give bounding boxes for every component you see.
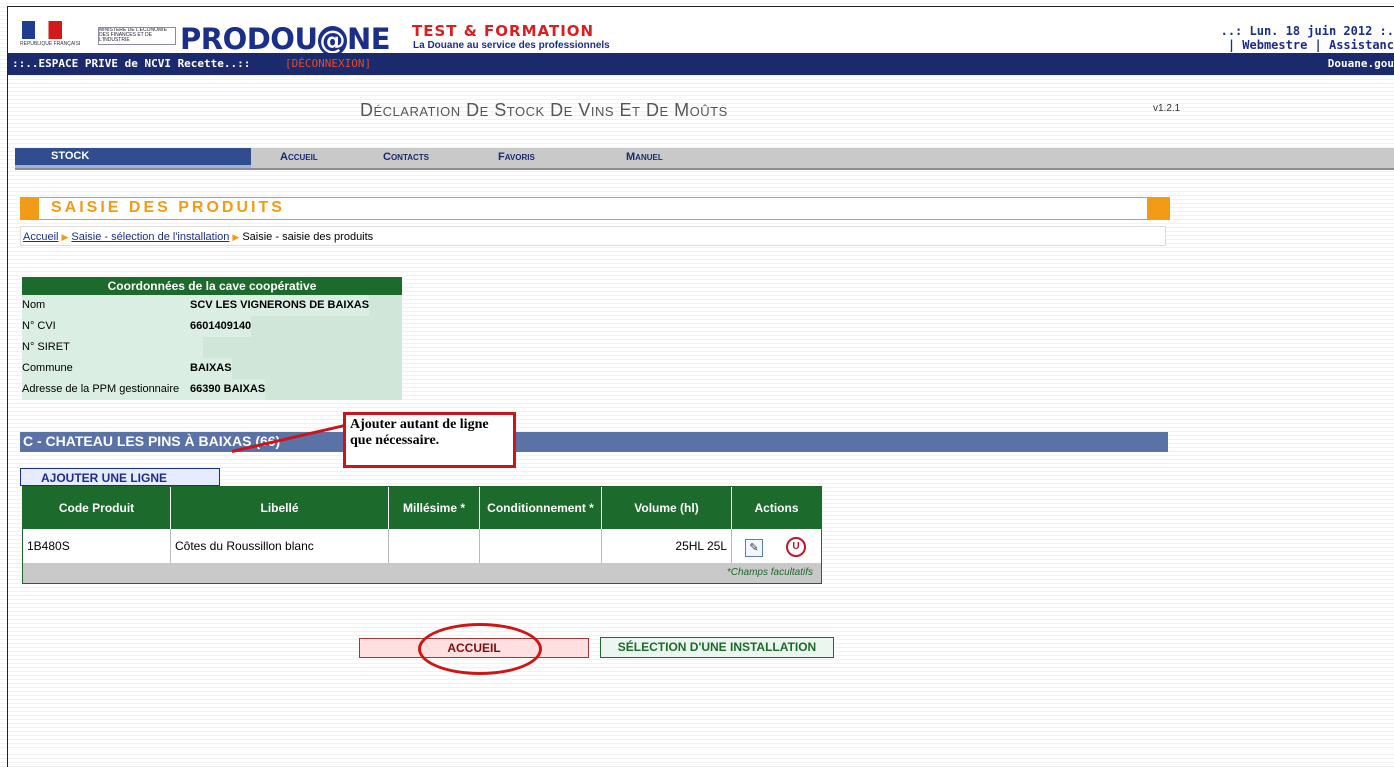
- cell-volume: 25HL 25L: [602, 529, 732, 563]
- products-table: Code Produit Libellé Millésime * Conditi…: [22, 486, 822, 584]
- breadcrumb-accueil[interactable]: Accueil: [23, 231, 58, 243]
- coop-label: N° CVI: [22, 320, 56, 332]
- menu-accueil[interactable]: Accueil: [280, 151, 318, 163]
- table-footnote: *Champs facultatifs: [23, 563, 821, 583]
- saisie-right-accent: [1147, 198, 1169, 219]
- highlight-ellipse: [418, 623, 542, 675]
- cell-conditionnement: [480, 529, 602, 563]
- breadcrumb-selection[interactable]: Saisie - sélection de l'installation: [71, 231, 229, 243]
- main-menu: STOCK Accueil Contacts Favoris Manuel: [15, 148, 1394, 170]
- coop-label: Commune: [22, 362, 73, 374]
- edit-icon[interactable]: ✎: [745, 539, 763, 557]
- menu-manuel[interactable]: Manuel: [626, 151, 663, 163]
- deconnexion-link[interactable]: [DÉCONNEXION]: [285, 57, 371, 70]
- coop-row: Adresse de la PPM gestionnaire 66390 BAIX…: [22, 379, 402, 400]
- coop-value: 66390 BAIXAS: [190, 379, 266, 400]
- coop-label: Nom: [22, 299, 46, 311]
- coop-table-header: Coordonnées de la cave coopérative: [22, 277, 402, 295]
- coop-value: 6601409140: [190, 316, 252, 337]
- saisie-header: SAISIE DES PRODUITS: [20, 197, 1170, 220]
- coop-table: Coordonnées de la cave coopérative Nom SC…: [22, 277, 402, 400]
- products-table-header: Code Produit Libellé Millésime * Conditi…: [23, 487, 821, 529]
- espace-title: ::..ESPACE PRIVE de NCVI Recette..::: [12, 57, 251, 70]
- coop-value: BAIXAS: [190, 358, 232, 379]
- cell-millesime: [389, 529, 480, 563]
- saisie-title: SAISIE DES PRODUITS: [51, 199, 285, 216]
- cell-libelle: Côtes du Roussillon blanc: [171, 529, 389, 563]
- col-conditionnement: Conditionnement *: [480, 487, 602, 529]
- espace-bar: ::..ESPACE PRIVE de NCVI Recette..:: [DÉ…: [8, 53, 1394, 75]
- header-links[interactable]: | Webmestre | Assistanc: [1228, 38, 1394, 52]
- breadcrumb-arrow-icon: ▶: [61, 232, 69, 242]
- breadcrumb: Accueil ▶ Saisie - sélection de l'installa…: [20, 226, 1166, 246]
- col-millesime: Millésime *: [389, 487, 480, 529]
- col-libelle: Libellé: [171, 487, 389, 529]
- page-title: Déclaration De Stock De Vins Et De Moûts: [360, 100, 728, 120]
- coop-row: N° SIRET: [22, 337, 402, 358]
- delete-icon[interactable]: U: [786, 537, 806, 557]
- prodouane-logo: PRODOU@NE: [180, 22, 391, 56]
- breadcrumb-current: Saisie - saisie des produits: [242, 231, 374, 243]
- republique-text: RÉPUBLIQUE FRANÇAISE: [20, 41, 80, 47]
- col-volume: Volume (hl): [602, 487, 732, 529]
- ministry-logo: MINISTÈRE DE L'ÉCONOMIE DES FINANCES ET …: [98, 27, 176, 45]
- col-code-produit: Code Produit: [23, 487, 171, 529]
- logo-tagline-service: La Douane au service des professionnels: [413, 40, 610, 51]
- coop-row: Commune BAIXAS: [22, 358, 402, 379]
- douane-link[interactable]: Douane.gou: [1328, 57, 1394, 70]
- logo-tagline-test: TEST & FORMATION: [412, 22, 595, 40]
- menu-favoris[interactable]: Favoris: [498, 151, 535, 163]
- coop-label: N° SIRET: [22, 341, 70, 353]
- breadcrumb-arrow-icon: ▶: [232, 232, 240, 242]
- callout-note: Ajouter autant de ligne que nécessaire.: [343, 412, 516, 468]
- col-actions: Actions: [754, 501, 799, 515]
- installation-section-header: C - CHATEAU LES PINS À BAIXAS (66): [20, 432, 1168, 452]
- french-flag-logo: [22, 21, 62, 39]
- table-row: 1B480S Côtes du Roussillon blanc 25HL 25…: [23, 529, 821, 563]
- selection-installation-button[interactable]: SÉLECTION D'UNE INSTALLATION: [600, 637, 834, 658]
- top-header: RÉPUBLIQUE FRANÇAISE MINISTÈRE DE L'ÉCON…: [8, 7, 1394, 56]
- coop-value: SCV LES VIGNERONS DE BAIXAS: [190, 295, 370, 316]
- version-label: v1.2.1: [1153, 103, 1181, 114]
- coop-row: Nom SCV LES VIGNERONS DE BAIXAS: [22, 295, 402, 316]
- menu-contacts[interactable]: Contacts: [383, 151, 429, 163]
- coop-row: N° CVI 6601409140: [22, 316, 402, 337]
- menu-stock[interactable]: STOCK: [15, 148, 251, 168]
- header-date: ..: Lun. 18 juin 2012 :.: [1220, 24, 1394, 38]
- saisie-left-accent: [21, 198, 39, 219]
- cell-code: 1B480S: [23, 529, 171, 563]
- add-line-button[interactable]: AJOUTER UNE LIGNE: [20, 468, 220, 486]
- coop-label: Adresse de la PPM gestionnaire: [22, 383, 180, 395]
